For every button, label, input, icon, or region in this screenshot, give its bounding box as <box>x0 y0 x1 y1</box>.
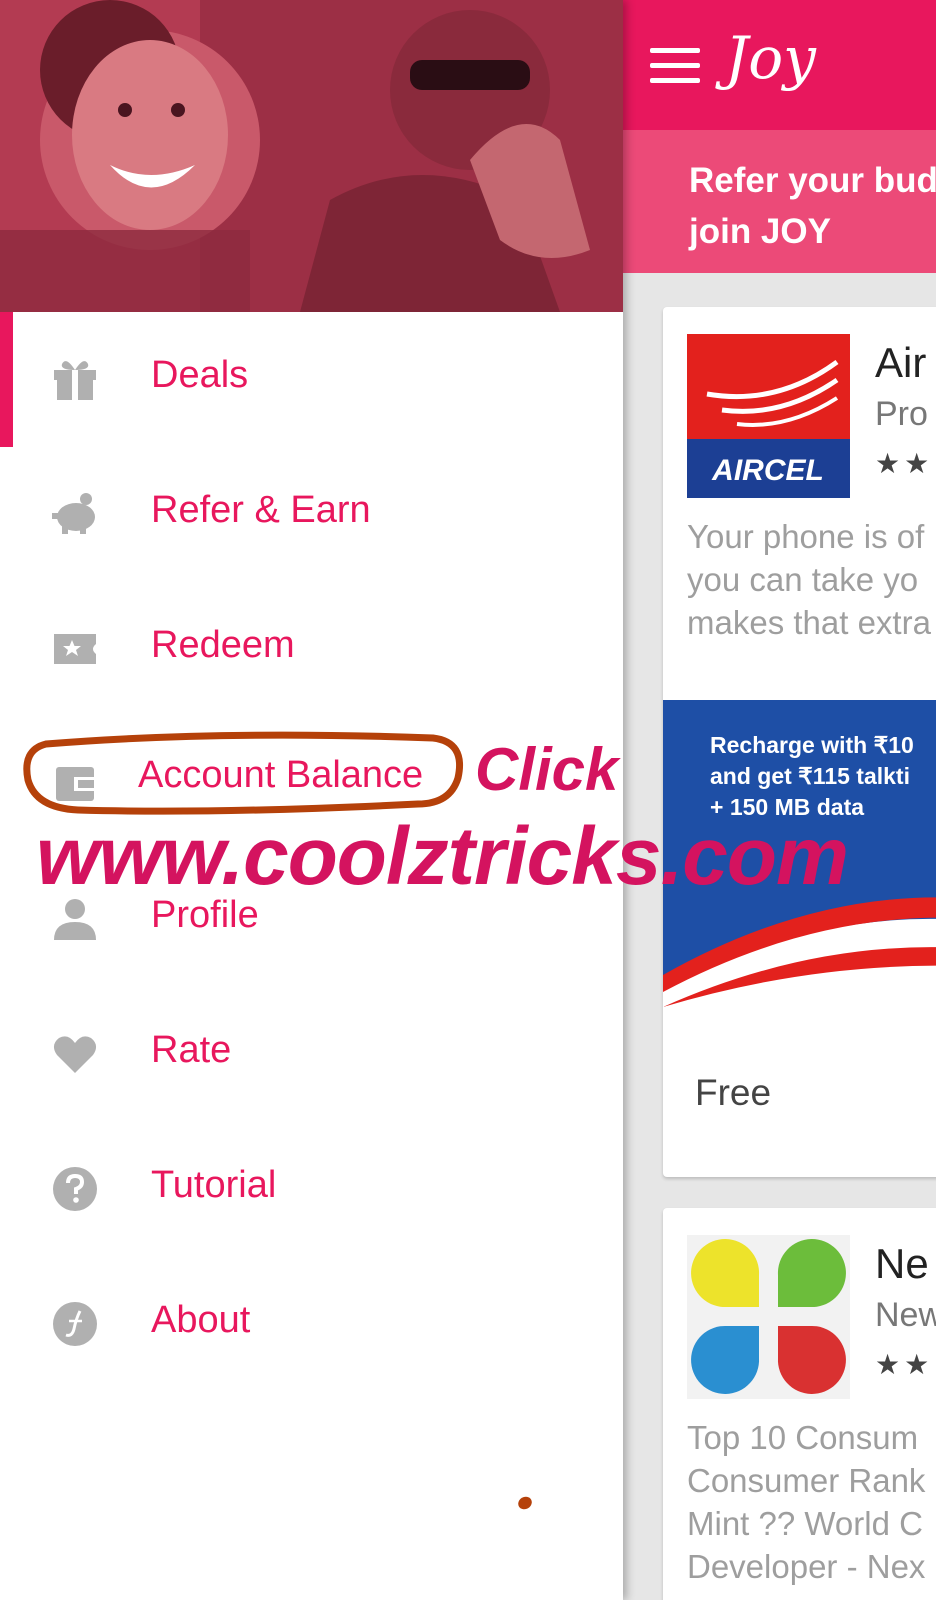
help-icon <box>52 1166 98 1212</box>
app-logo <box>687 1235 850 1399</box>
card-title: Air <box>875 339 927 386</box>
app-title: Joy <box>725 24 816 92</box>
nav-label: About <box>151 1299 251 1341</box>
deal-card[interactable]: AIRCEL Air Pro ★★ Your phone is of you c… <box>663 307 936 1177</box>
nav-item-refer-earn[interactable]: Refer & Earn <box>0 447 623 586</box>
nav-label: Redeem <box>151 624 295 666</box>
aircel-logo-text: AIRCEL <box>711 454 824 487</box>
refer-banner-line-1: Refer your bud <box>689 161 936 200</box>
nav-label: Rate <box>151 1029 232 1071</box>
watermark: www.coolztricks.com <box>36 811 849 902</box>
card-title: Ne <box>875 1240 929 1287</box>
joy-logo-icon <box>52 1301 98 1347</box>
drawer-header-image <box>0 0 623 312</box>
piggy-bank-icon <box>52 491 98 537</box>
refer-banner-text[interactable]: Refer your bud join JOY <box>689 155 936 257</box>
nav-item-about[interactable]: About <box>0 1257 623 1392</box>
nav-label: Tutorial <box>151 1164 277 1206</box>
highlight-oval <box>23 731 463 815</box>
card-subtitle: New <box>875 1296 936 1334</box>
main-content: Joy Refer your bud join JOY AIRCEL Air P… <box>623 0 936 1600</box>
gift-icon <box>52 356 98 402</box>
nav-item-rate[interactable]: Rate <box>0 987 623 1126</box>
rating-stars: ★★ <box>875 448 934 479</box>
aircel-logo: AIRCEL <box>687 334 850 498</box>
nav-label: Deals <box>151 354 249 396</box>
nav-item-tutorial[interactable]: Tutorial <box>0 1122 623 1261</box>
nav-item-deals[interactable]: Deals <box>0 312 623 451</box>
heart-icon <box>52 1031 98 1077</box>
card-description: Top 10 Consum Consumer Rank Mint ?? Worl… <box>687 1419 926 1585</box>
refer-banner-line-2: join JOY <box>689 212 831 251</box>
click-annotation: Click <box>475 736 619 803</box>
nav-item-redeem[interactable]: Redeem <box>0 582 623 721</box>
price-label: Free <box>695 1072 772 1113</box>
deal-card[interactable]: Ne New ★★ Top 10 Consum Consumer Rank Mi… <box>663 1208 936 1600</box>
ticket-icon <box>52 626 98 672</box>
menu-icon[interactable] <box>650 48 700 84</box>
nav-label: Refer & Earn <box>151 489 371 531</box>
app-bar: Joy <box>623 0 936 130</box>
card-description: Your phone is of you can take yo makes t… <box>687 518 931 641</box>
card-subtitle: Pro <box>875 395 928 433</box>
rating-stars: ★★ <box>875 1349 934 1380</box>
